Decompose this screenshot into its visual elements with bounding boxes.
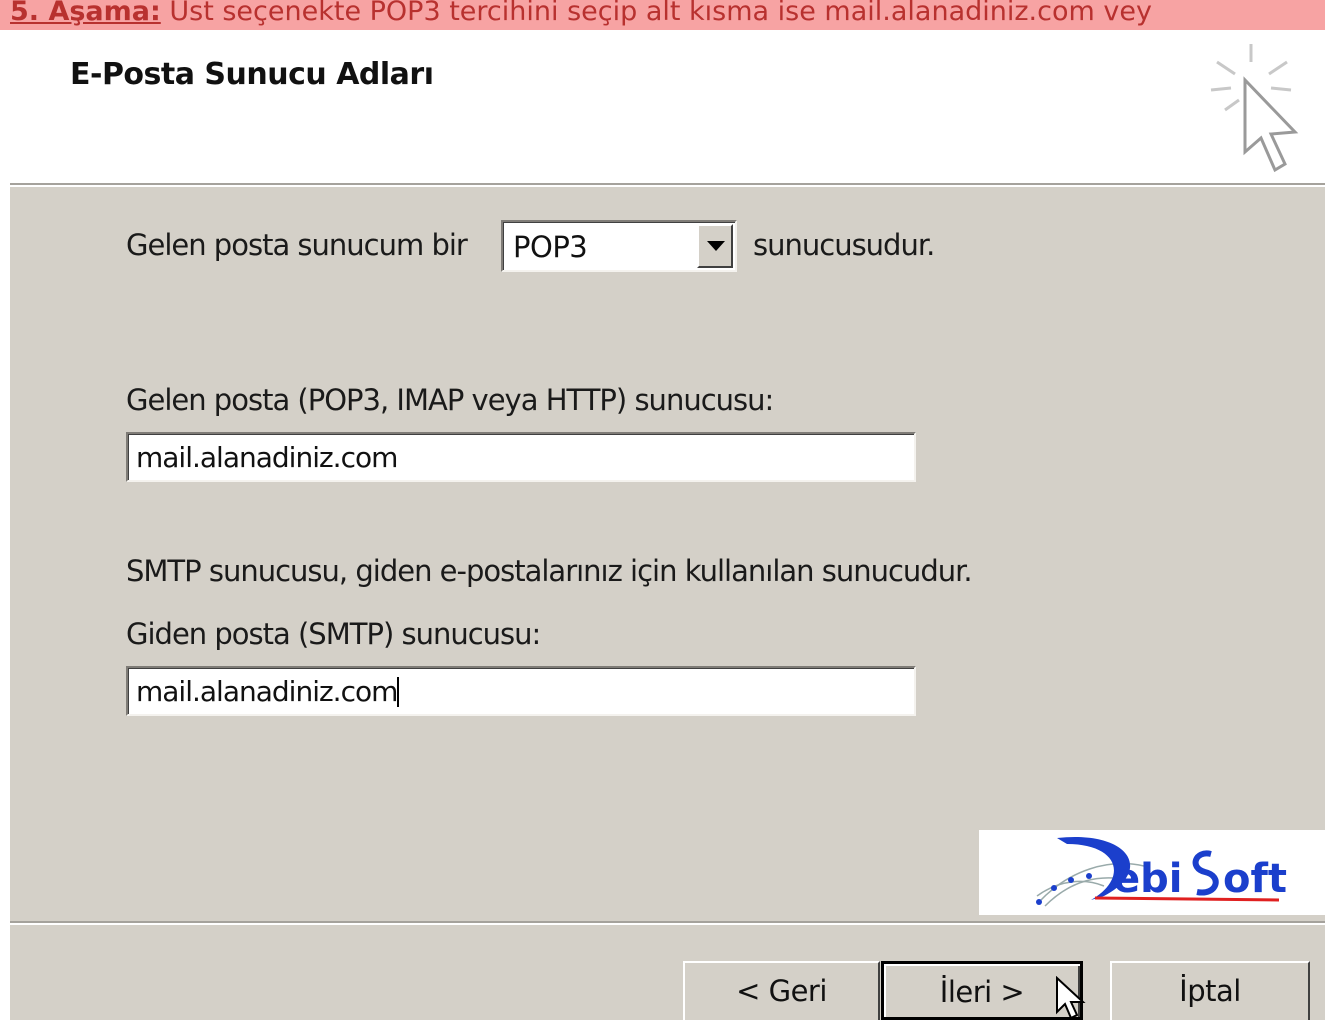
debisoft-logo-graphic: ebi oft — [1036, 836, 1287, 907]
cancel-button[interactable]: İptal — [1110, 961, 1310, 1020]
instruction-caption: 5. Aşama: Üst seçenekte POP3 tercihini s… — [0, 0, 1325, 30]
page-title: E-Posta Sunucu Adları — [70, 57, 434, 92]
incoming-server-type-select[interactable]: POP3 — [501, 220, 737, 272]
outgoing-server-value: mail.alanadiniz.com — [136, 675, 398, 708]
incoming-type-suffix: sunucusudur. — [753, 228, 935, 262]
logo-text-ebi: ebi — [1113, 856, 1182, 902]
wizard-cursor-icon — [1210, 44, 1299, 173]
incoming-server-label: Gelen posta (POP3, IMAP veya HTTP) sunuc… — [126, 383, 774, 417]
step-label: 5. Aşama: — [10, 0, 161, 27]
text-caret — [397, 677, 400, 707]
outgoing-server-label: Giden posta (SMTP) sunucusu: — [126, 617, 541, 651]
dropdown-button[interactable] — [697, 224, 733, 268]
outgoing-server-input[interactable]: mail.alanadiniz.com — [126, 666, 916, 716]
incoming-server-type-value: POP3 — [513, 230, 588, 264]
incoming-server-value: mail.alanadiniz.com — [136, 441, 398, 474]
logo-text-oft: oft — [1223, 856, 1287, 902]
footer-separator — [10, 921, 1325, 925]
debisoft-logo: ebi oft — [979, 830, 1325, 915]
instruction-text: Üst seçenekte POP3 tercihini seçip alt k… — [160, 0, 1152, 27]
header-separator — [10, 183, 1325, 187]
chevron-down-icon — [707, 241, 725, 251]
next-button[interactable]: İleri > — [881, 961, 1083, 1020]
back-button[interactable]: < Geri — [683, 961, 880, 1020]
outgoing-server-field-content: mail.alanadiniz.com — [136, 675, 400, 708]
incoming-type-label: Gelen posta sunucum bir — [126, 228, 468, 262]
smtp-info-text: SMTP sunucusu, giden e-postalarınız için… — [126, 554, 973, 588]
incoming-server-input[interactable]: mail.alanadiniz.com — [126, 432, 916, 482]
mouse-pointer-icon — [1056, 976, 1086, 1020]
